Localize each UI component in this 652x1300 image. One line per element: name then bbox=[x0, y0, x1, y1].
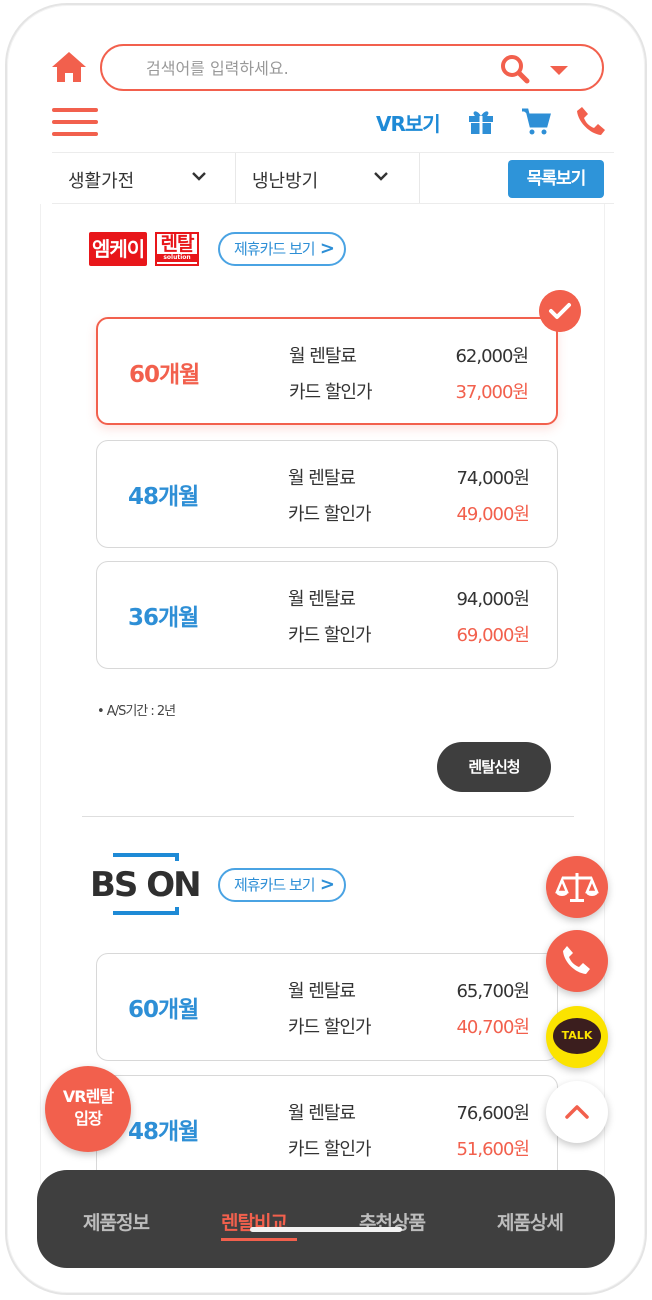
rental-apply-button[interactable]: 렌탈신청 bbox=[437, 742, 551, 792]
brand-logo-text: 렌탈 bbox=[160, 233, 195, 255]
menu-icon[interactable] bbox=[52, 108, 98, 136]
category-select-label: 생활가전 bbox=[68, 171, 135, 192]
search-input[interactable] bbox=[146, 56, 476, 80]
filter-bar: 생활가전 냉난방기 목록보기 bbox=[52, 152, 614, 204]
monthly-label: 월 렌탈료 bbox=[288, 468, 356, 489]
card-discount-price: 40,700원 bbox=[456, 1017, 530, 1038]
plan-term: 60개월 bbox=[129, 362, 200, 388]
content-border-left bbox=[40, 204, 41, 1204]
scale-icon bbox=[555, 873, 599, 902]
list-view-button[interactable]: 목록보기 bbox=[508, 160, 604, 198]
monthly-price: 76,600원 bbox=[456, 1103, 530, 1124]
phone-icon bbox=[563, 946, 590, 974]
brand-logo-subtext: solution bbox=[157, 254, 197, 262]
chevron-down-icon[interactable] bbox=[550, 66, 568, 75]
card-discount-label: 카드 할인가 bbox=[288, 625, 372, 646]
home-indicator bbox=[250, 1227, 402, 1232]
check-icon bbox=[539, 290, 581, 332]
cart-icon[interactable] bbox=[520, 106, 552, 136]
plan-card[interactable]: 48개월 월 렌탈료 74,000원 카드 할인가 49,000원 bbox=[96, 440, 558, 548]
card-discount-price: 49,000원 bbox=[456, 504, 530, 525]
category-select-2[interactable]: 냉난방기 bbox=[236, 153, 420, 203]
monthly-price: 62,000원 bbox=[455, 346, 529, 367]
card-discount-label: 카드 할인가 bbox=[288, 1017, 372, 1038]
scroll-top-fab[interactable] bbox=[546, 1081, 608, 1143]
monthly-label: 월 렌탈료 bbox=[288, 1103, 356, 1124]
plan-term: 48개월 bbox=[128, 1119, 199, 1145]
card-discount-label: 카드 할인가 bbox=[289, 382, 373, 403]
plan-term: 36개월 bbox=[128, 605, 199, 631]
vr-view-link[interactable]: VR보기 bbox=[376, 108, 441, 137]
card-discount-label: 카드 할인가 bbox=[288, 504, 372, 525]
monthly-price: 94,000원 bbox=[456, 589, 530, 610]
kakao-talk-icon: TALK bbox=[553, 1018, 601, 1054]
category-select-label: 냉난방기 bbox=[252, 171, 319, 192]
monthly-label: 월 렌탈료 bbox=[289, 346, 357, 367]
content-border-right bbox=[604, 204, 605, 1204]
chevron-up-icon bbox=[565, 1105, 589, 1119]
plan-term: 60개월 bbox=[128, 997, 199, 1023]
chevron-right-icon: > bbox=[319, 874, 335, 895]
bottom-nav: 제품정보 렌탈비교 추천상품 제품상세 bbox=[37, 1170, 615, 1268]
brand-logo-mkrental: 엠케이 렌탈 solution bbox=[89, 232, 199, 266]
kakao-talk-fab[interactable]: TALK bbox=[546, 1006, 608, 1068]
brand-logo-text: 엠케이 bbox=[89, 232, 148, 266]
brand-logo-text-box: 렌탈 solution bbox=[155, 232, 199, 266]
card-discount-price: 69,000원 bbox=[456, 625, 530, 646]
plan-card[interactable]: 36개월 월 렌탈료 94,000원 카드 할인가 69,000원 bbox=[96, 561, 558, 669]
chevron-right-icon: > bbox=[319, 238, 335, 259]
partner-card-button[interactable]: 제휴카드 보기 > bbox=[218, 232, 346, 266]
search-icon[interactable] bbox=[499, 54, 531, 84]
chevron-down-icon bbox=[374, 172, 388, 181]
section-divider bbox=[82, 816, 574, 817]
card-discount-label: 카드 할인가 bbox=[288, 1139, 372, 1160]
home-icon[interactable] bbox=[50, 50, 88, 84]
monthly-label: 월 렌탈료 bbox=[288, 589, 356, 610]
nav-active-indicator bbox=[221, 1238, 297, 1241]
partner-card-button[interactable]: 제휴카드 보기 > bbox=[218, 868, 346, 902]
compare-fab[interactable] bbox=[546, 856, 608, 918]
nav-product-detail[interactable]: 제품상세 bbox=[497, 1208, 564, 1235]
gift-icon[interactable] bbox=[466, 106, 496, 136]
brand-logo-text: BS ON bbox=[90, 865, 200, 905]
as-period-note: • A/S기간 : 2년 bbox=[97, 704, 176, 719]
call-fab[interactable] bbox=[546, 930, 608, 992]
category-select-1[interactable]: 생활가전 bbox=[52, 153, 236, 203]
brand-logo-bson: BS ON bbox=[90, 853, 200, 915]
partner-card-label: 제휴카드 보기 bbox=[234, 240, 316, 258]
vr-rental-entry-button[interactable]: VR렌탈 입장 bbox=[45, 1066, 131, 1152]
plan-term: 48개월 bbox=[128, 484, 199, 510]
vr-rental-entry-label: VR렌탈 입장 bbox=[62, 1087, 114, 1128]
partner-card-label: 제휴카드 보기 bbox=[234, 876, 316, 894]
search-bar bbox=[100, 44, 604, 91]
card-discount-price: 37,000원 bbox=[455, 382, 529, 403]
phone-icon[interactable] bbox=[574, 104, 608, 138]
card-discount-price: 51,600원 bbox=[456, 1139, 530, 1160]
monthly-price: 65,700원 bbox=[456, 981, 530, 1002]
plan-card[interactable]: 48개월 월 렌탈료 76,600원 카드 할인가 51,600원 bbox=[96, 1075, 558, 1183]
monthly-price: 74,000원 bbox=[456, 468, 530, 489]
plan-card[interactable]: 60개월 월 렌탈료 65,700원 카드 할인가 40,700원 bbox=[96, 953, 558, 1061]
plan-card[interactable]: 60개월 월 렌탈료 62,000원 카드 할인가 37,000원 bbox=[96, 317, 558, 425]
chevron-down-icon bbox=[192, 172, 206, 181]
monthly-label: 월 렌탈료 bbox=[288, 981, 356, 1002]
nav-product-info[interactable]: 제품정보 bbox=[83, 1208, 150, 1235]
